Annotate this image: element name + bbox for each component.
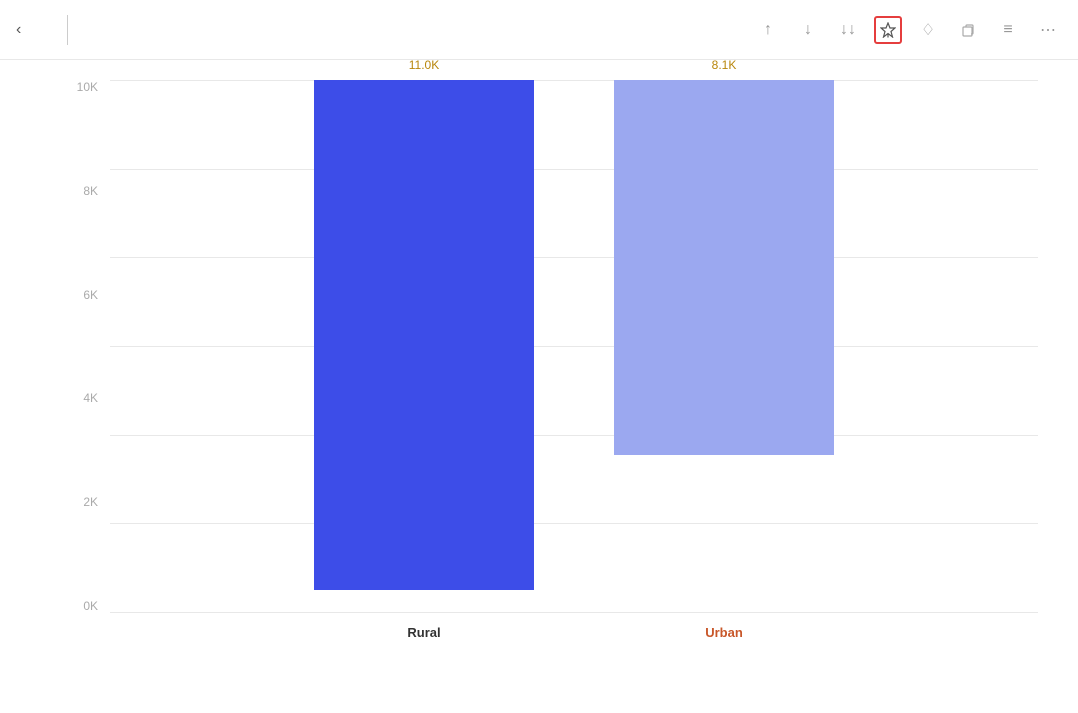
bar-rural[interactable] — [314, 80, 534, 590]
y-label-2k: 2K — [83, 495, 98, 509]
x-label-rural: Rural — [407, 625, 440, 640]
x-label-group-urban: Urban — [614, 624, 834, 642]
sort-asc-icon[interactable]: ↑ — [754, 16, 782, 44]
header-divider — [67, 15, 68, 45]
x-labels: Rural Urban — [110, 613, 1038, 653]
bar-group-rural: 11.0K — [314, 80, 534, 613]
y-label-8k: 8K — [83, 184, 98, 198]
bars-container: 11.0K 8.1K — [110, 80, 1038, 613]
copy-icon[interactable] — [954, 16, 982, 44]
y-label-6k: 6K — [83, 288, 98, 302]
header: ‹ ↑ ↓ ↓↓ ♢ ≡ ⋯ — [0, 0, 1078, 60]
x-label-urban: Urban — [705, 625, 743, 640]
more-options-icon[interactable]: ⋯ — [1034, 16, 1062, 44]
filter-icon[interactable]: ≡ — [994, 16, 1022, 44]
chart-main: 11.0K 8.1K Rural Urban — [110, 80, 1038, 653]
chevron-left-icon: ‹ — [16, 21, 21, 39]
pin-icon[interactable] — [874, 16, 902, 44]
sort-desc-double-icon[interactable]: ↓↓ — [834, 16, 862, 44]
chart-area: 10K 8K 6K 4K 2K 0K 11.0K 8.1K — [0, 60, 1078, 713]
back-to-report-link[interactable]: ‹ — [16, 21, 47, 39]
sort-desc-icon[interactable]: ↓ — [794, 16, 822, 44]
bar-value-rural: 11.0K — [409, 58, 439, 72]
header-left: ‹ — [16, 15, 100, 45]
y-axis: 10K 8K 6K 4K 2K 0K — [60, 80, 110, 653]
y-label-0k: 0K — [83, 599, 98, 613]
bar-urban[interactable] — [614, 80, 834, 455]
toolbar-icons: ↑ ↓ ↓↓ ♢ ≡ ⋯ — [754, 16, 1062, 44]
y-label-4k: 4K — [83, 391, 98, 405]
bar-value-urban: 8.1K — [712, 58, 737, 72]
bar-group-urban: 8.1K — [614, 80, 834, 613]
x-label-group-rural: Rural — [314, 624, 534, 642]
y-label-10k: 10K — [77, 80, 98, 94]
bookmark-icon[interactable]: ♢ — [914, 16, 942, 44]
